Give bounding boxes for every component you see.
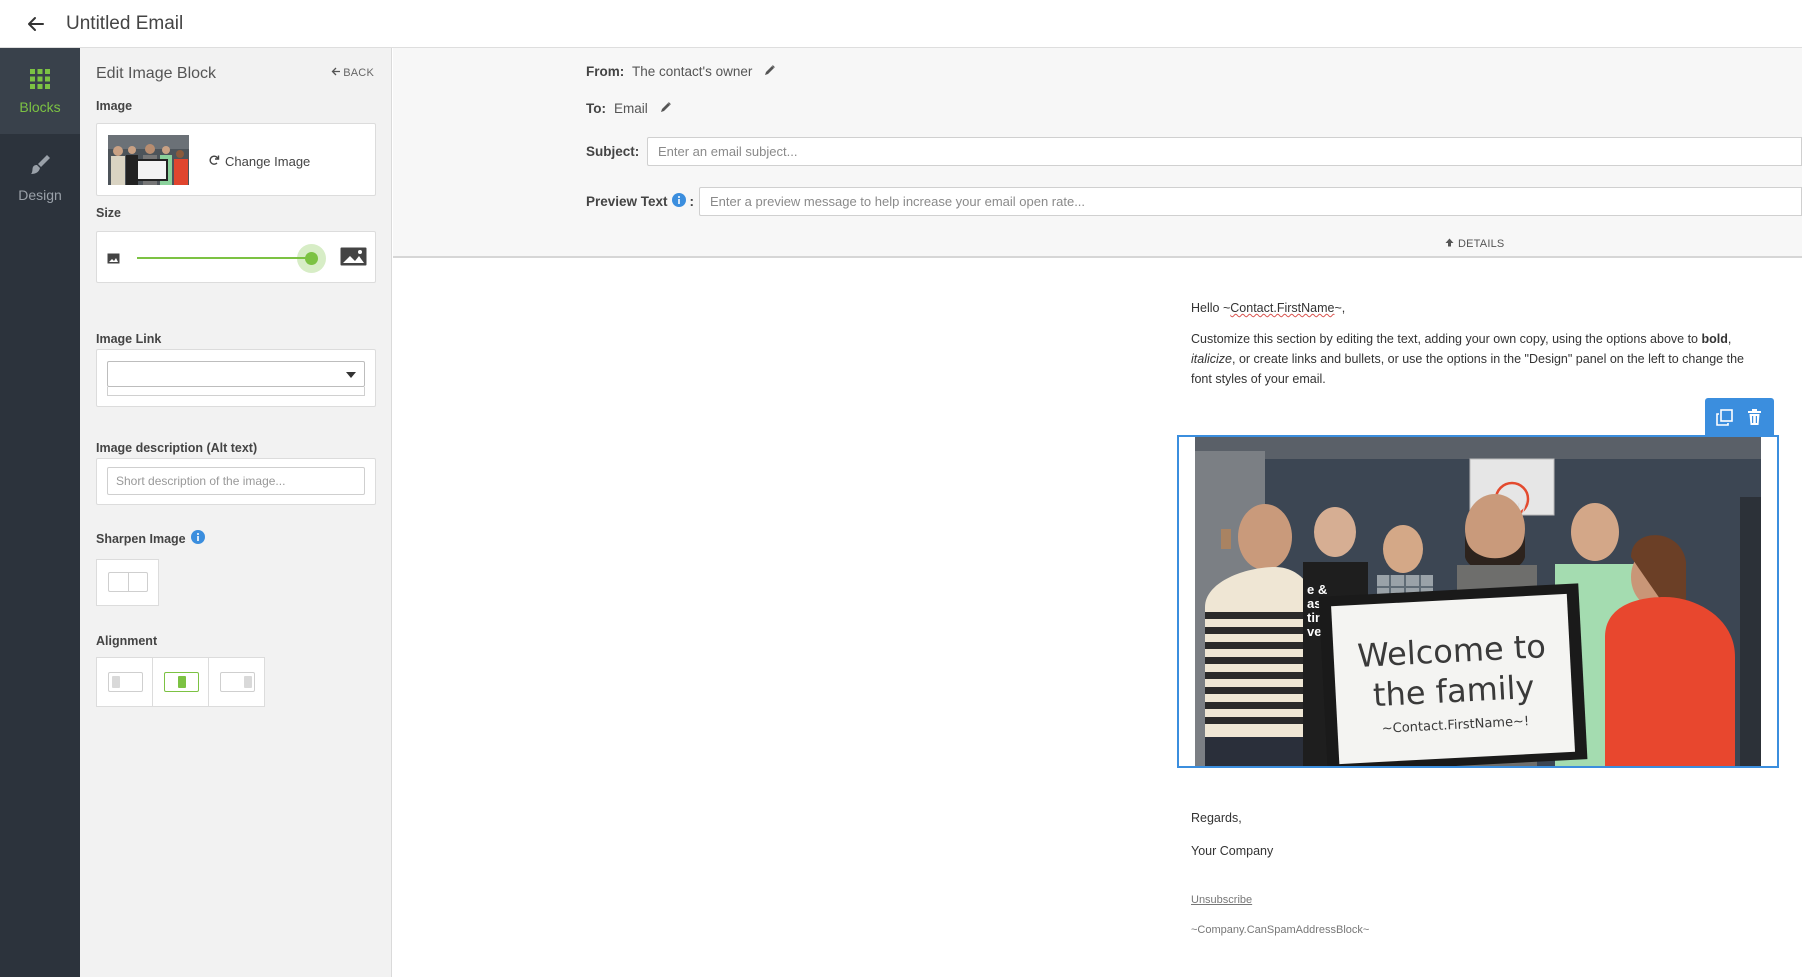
caret-down-icon — [346, 372, 356, 378]
back-arrow-icon[interactable] — [24, 12, 48, 36]
align-center-icon — [164, 672, 199, 692]
main-area: From: The contact's owner To: Email Subj… — [393, 48, 1802, 977]
alt-text-card — [96, 458, 376, 505]
small-image-icon — [107, 251, 120, 269]
panel-back-button[interactable]: BACK — [331, 67, 374, 79]
size-card — [96, 231, 376, 283]
sharpen-card — [96, 559, 159, 606]
arrow-up-icon — [1445, 238, 1454, 250]
trash-icon[interactable] — [1743, 405, 1767, 429]
align-right-button[interactable] — [208, 657, 265, 707]
change-image-button[interactable]: Change Image — [208, 154, 310, 169]
image-link-field-extra — [107, 387, 365, 396]
email-paragraph: Customize this section by editing the te… — [1191, 332, 1744, 386]
rail-item-blocks[interactable]: Blocks — [0, 48, 80, 134]
from-value-row: The contact's owner — [632, 64, 776, 79]
top-bar: Untitled Email — [0, 0, 1802, 48]
alt-text-input[interactable] — [107, 467, 365, 495]
alt-text-label: Image description (Alt text) — [96, 441, 258, 455]
image-label: Image — [96, 99, 133, 113]
image-card: Change Image — [96, 123, 376, 196]
details-toggle[interactable]: DETAILS — [1445, 238, 1504, 250]
email-header-fields: From: The contact's owner To: Email Subj… — [393, 48, 1802, 258]
duplicate-icon[interactable] — [1712, 405, 1736, 429]
alignment-group — [96, 657, 268, 707]
team-photo[interactable]: e & as & tin & ven — [1195, 437, 1761, 766]
align-center-button[interactable] — [152, 657, 209, 707]
image-block-toolbar — [1705, 398, 1774, 436]
unsubscribe-link[interactable]: Unsubscribe — [1191, 894, 1252, 906]
address-block: ~Company.CanSpamAddressBlock~ — [1191, 924, 1370, 936]
to-value-row: Email — [614, 101, 672, 116]
subject-label: Subject: — [586, 144, 640, 159]
image-link-card — [96, 349, 376, 407]
to-value: Email — [614, 101, 648, 116]
email-company[interactable]: Your Company — [1191, 844, 1273, 858]
align-left-icon — [108, 672, 143, 692]
grid-icon — [29, 68, 51, 93]
svg-text:e &: e & — [1307, 582, 1327, 597]
image-thumbnail[interactable] — [108, 135, 189, 185]
preview-label-row: Preview Text : — [586, 193, 695, 210]
to-label: To: — [586, 101, 606, 116]
align-left-button[interactable] — [96, 657, 153, 707]
pencil-icon[interactable] — [660, 101, 672, 116]
subject-input[interactable] — [647, 137, 1802, 166]
merge-token: Contact.FirstName — [1230, 301, 1335, 315]
from-label: From: — [586, 64, 625, 79]
pencil-icon[interactable] — [764, 64, 776, 79]
image-link-select[interactable] — [107, 361, 365, 387]
align-right-icon — [220, 672, 255, 692]
email-greeting: Hello ~Contact.FirstName~, — [1191, 301, 1346, 315]
email-sign-off[interactable]: Regards, — [1191, 811, 1242, 825]
sharpen-label-row: Sharpen Image — [96, 530, 205, 547]
edit-image-panel: Edit Image Block BACK Image Change Image… — [80, 48, 392, 977]
image-link-label: Image Link — [96, 332, 162, 346]
from-value: The contact's owner — [632, 64, 753, 79]
alignment-label: Alignment — [96, 634, 158, 648]
image-block[interactable]: e & as & tin & ven — [1177, 435, 1779, 768]
page-title[interactable]: Untitled Email — [66, 13, 183, 35]
size-slider-knob[interactable] — [305, 252, 318, 265]
large-image-icon — [340, 247, 367, 271]
brush-icon — [27, 152, 53, 181]
sharpen-toggle[interactable] — [108, 572, 148, 592]
rail-item-design[interactable]: Design — [0, 134, 80, 220]
arrow-left-icon — [331, 67, 341, 79]
refresh-icon — [208, 154, 220, 169]
info-icon[interactable] — [190, 530, 205, 547]
info-icon[interactable] — [671, 193, 686, 210]
panel-title: Edit Image Block — [96, 65, 217, 82]
preview-text-input[interactable] — [699, 187, 1802, 216]
left-rail: Blocks Design — [0, 48, 80, 977]
rail-item-label: Design — [18, 186, 62, 203]
size-slider-track[interactable] — [137, 257, 311, 259]
size-label: Size — [96, 206, 122, 220]
rail-item-label: Blocks — [19, 98, 61, 115]
